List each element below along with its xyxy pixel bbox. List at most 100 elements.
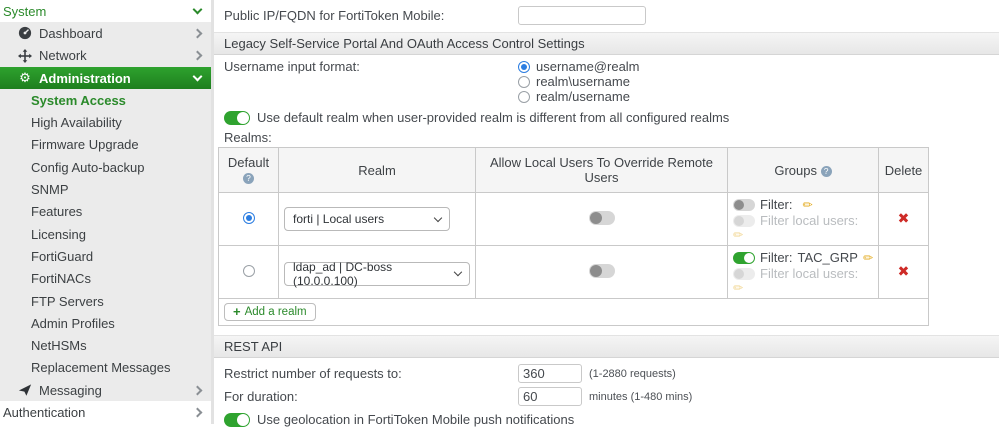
filter-toggle[interactable] bbox=[733, 252, 755, 264]
plus-icon: + bbox=[233, 306, 241, 318]
dashboard-icon bbox=[16, 26, 34, 40]
restrict-requests-label: Restrict number of requests to: bbox=[224, 366, 518, 381]
chevron-right-icon bbox=[193, 385, 203, 395]
app-window: System Dashboard Network ⚙ Administr bbox=[0, 0, 999, 424]
realm-select-value: ldap_ad | DC-boss (10.0.0.100) bbox=[293, 260, 447, 288]
info-icon[interactable]: ? bbox=[243, 173, 254, 184]
col-header-realm: Realm bbox=[279, 148, 476, 193]
main-panel: Public IP/FQDN for FortiToken Mobile: Le… bbox=[214, 0, 999, 424]
sidebar-subitem-config-auto-backup[interactable]: Config Auto-backup bbox=[0, 156, 211, 178]
sidebar-subitem-admin-profiles[interactable]: Admin Profiles bbox=[0, 312, 211, 334]
sidebar-subitem-fortinacs[interactable]: FortiNACs bbox=[0, 268, 211, 290]
chevron-down-icon bbox=[193, 72, 203, 82]
username-format-radio-group: username@realm realm\username realm/user… bbox=[518, 59, 640, 104]
default-realm-radio[interactable] bbox=[243, 212, 255, 224]
realms-table: Default ? Realm Allow Local Users To Ove… bbox=[218, 147, 929, 326]
edit-pencil-icon[interactable]: ✏ bbox=[803, 199, 813, 211]
sidebar-subitem-label: Config Auto-backup bbox=[31, 160, 144, 175]
filter-local-users-label: Filter local users: bbox=[760, 266, 858, 282]
geolocation-toggle[interactable] bbox=[224, 413, 250, 427]
filter-toggle[interactable] bbox=[733, 199, 755, 211]
sidebar-system-menu: Dashboard Network ⚙ Administration Syste… bbox=[0, 22, 211, 401]
default-realm-toggle-row: Use default realm when user-provided rea… bbox=[214, 110, 999, 125]
default-realm-radio[interactable] bbox=[243, 265, 255, 277]
sidebar-subitem-fortiguard[interactable]: FortiGuard bbox=[0, 245, 211, 267]
sidebar-subitem-licensing[interactable]: Licensing bbox=[0, 223, 211, 245]
sidebar-subitem-features[interactable]: Features bbox=[0, 201, 211, 223]
fortitoken-fqdn-label: Public IP/FQDN for FortiToken Mobile: bbox=[224, 8, 518, 23]
duration-label: For duration: bbox=[224, 389, 518, 404]
sidebar-item-administration[interactable]: ⚙ Administration bbox=[0, 67, 211, 89]
sidebar-section-system-label: System bbox=[3, 4, 46, 19]
sidebar-subitem-label: Replacement Messages bbox=[31, 360, 170, 375]
sidebar-item-label: Messaging bbox=[39, 383, 102, 398]
filter-label: Filter: bbox=[760, 197, 793, 213]
radio-option-label: realm\username bbox=[536, 74, 630, 89]
realm-select[interactable]: forti | Local users bbox=[284, 207, 450, 231]
username-format-label: Username input format: bbox=[224, 59, 518, 74]
add-realm-button[interactable]: + Add a realm bbox=[224, 303, 316, 321]
sidebar-subitem-label: Firmware Upgrade bbox=[31, 137, 139, 152]
sidebar-subitem-firmware-upgrade[interactable]: Firmware Upgrade bbox=[0, 134, 211, 156]
geolocation-toggle-label: Use geolocation in FortiToken Mobile pus… bbox=[257, 412, 574, 427]
realm-select[interactable]: ldap_ad | DC-boss (10.0.0.100) bbox=[284, 262, 470, 286]
allow-override-toggle[interactable] bbox=[589, 211, 615, 225]
radio-option-realm-backslash-username[interactable]: realm\username bbox=[518, 74, 640, 89]
chevron-right-icon bbox=[193, 28, 203, 38]
allow-override-toggle[interactable] bbox=[589, 264, 615, 278]
radio-option-realm-slash-username[interactable]: realm/username bbox=[518, 89, 640, 104]
filter-local-users-toggle[interactable] bbox=[733, 268, 755, 280]
realm-row-1: forti | Local users Filter: ✏ Filter loc… bbox=[219, 193, 929, 246]
sidebar-item-network[interactable]: Network bbox=[0, 45, 211, 67]
col-header-default: Default ? bbox=[219, 148, 279, 193]
sidebar-subitem-high-availability[interactable]: High Availability bbox=[0, 111, 211, 133]
sidebar-subitem-replacement-messages[interactable]: Replacement Messages bbox=[0, 357, 211, 379]
edit-pencil-icon[interactable]: ✏ bbox=[733, 229, 743, 241]
add-realm-button-label: Add a realm bbox=[245, 306, 307, 318]
default-realm-toggle[interactable] bbox=[224, 111, 250, 125]
sidebar-subitem-label: Features bbox=[31, 204, 82, 219]
sidebar-subitem-nethsms[interactable]: NetHSMs bbox=[0, 334, 211, 356]
sidebar-item-label: Network bbox=[39, 48, 87, 63]
radio-icon[interactable] bbox=[518, 91, 530, 103]
sidebar-item-dashboard[interactable]: Dashboard bbox=[0, 22, 211, 44]
sidebar-section-authentication[interactable]: Authentication bbox=[0, 401, 211, 423]
restrict-requests-input[interactable] bbox=[518, 364, 582, 383]
sidebar-subitem-label: Licensing bbox=[31, 227, 86, 242]
delete-realm-icon[interactable]: ✖ bbox=[898, 264, 910, 280]
sidebar: System Dashboard Network ⚙ Administr bbox=[0, 0, 214, 424]
col-header-delete: Delete bbox=[879, 148, 929, 193]
duration-hint: minutes (1-480 mins) bbox=[589, 391, 692, 403]
duration-input[interactable] bbox=[518, 387, 582, 406]
info-icon[interactable]: ? bbox=[821, 166, 832, 177]
sidebar-subitem-label: SNMP bbox=[31, 182, 69, 197]
sidebar-subitem-ftp-servers[interactable]: FTP Servers bbox=[0, 290, 211, 312]
default-realm-toggle-label: Use default realm when user-provided rea… bbox=[257, 110, 729, 125]
edit-pencil-icon[interactable]: ✏ bbox=[733, 282, 743, 294]
radio-icon[interactable] bbox=[518, 76, 530, 88]
sidebar-subitem-label: High Availability bbox=[31, 115, 122, 130]
sidebar-subitem-snmp[interactable]: SNMP bbox=[0, 178, 211, 200]
sidebar-subitem-label: Admin Profiles bbox=[31, 316, 115, 331]
realm-select-value: forti | Local users bbox=[293, 212, 384, 226]
sidebar-subitem-label: System Access bbox=[31, 93, 126, 108]
sidebar-item-label: Dashboard bbox=[39, 26, 103, 41]
sidebar-item-label: Administration bbox=[39, 71, 131, 86]
fortitoken-fqdn-input[interactable] bbox=[518, 6, 646, 25]
delete-realm-icon[interactable]: ✖ bbox=[898, 211, 910, 227]
sidebar-subitem-system-access[interactable]: System Access bbox=[0, 89, 211, 111]
restrict-requests-hint: (1-2880 requests) bbox=[589, 368, 676, 380]
sidebar-subitem-label: NetHSMs bbox=[31, 338, 87, 353]
edit-pencil-icon[interactable]: ✏ bbox=[863, 252, 873, 264]
sidebar-item-messaging[interactable]: Messaging bbox=[0, 379, 211, 401]
filter-value: TAC_GRP bbox=[798, 250, 858, 266]
sidebar-section-system[interactable]: System bbox=[0, 0, 211, 22]
radio-selected-icon[interactable] bbox=[518, 61, 530, 73]
radio-option-username-realm[interactable]: username@realm bbox=[518, 59, 640, 74]
filter-local-users-toggle[interactable] bbox=[733, 215, 755, 227]
chevron-down-icon bbox=[434, 213, 442, 221]
sidebar-subitem-label: FTP Servers bbox=[31, 294, 104, 309]
legacy-section-header: Legacy Self-Service Portal And OAuth Acc… bbox=[214, 32, 999, 55]
sidebar-subitem-label: FortiGuard bbox=[31, 249, 93, 264]
col-header-groups: Groups ? bbox=[728, 148, 879, 193]
